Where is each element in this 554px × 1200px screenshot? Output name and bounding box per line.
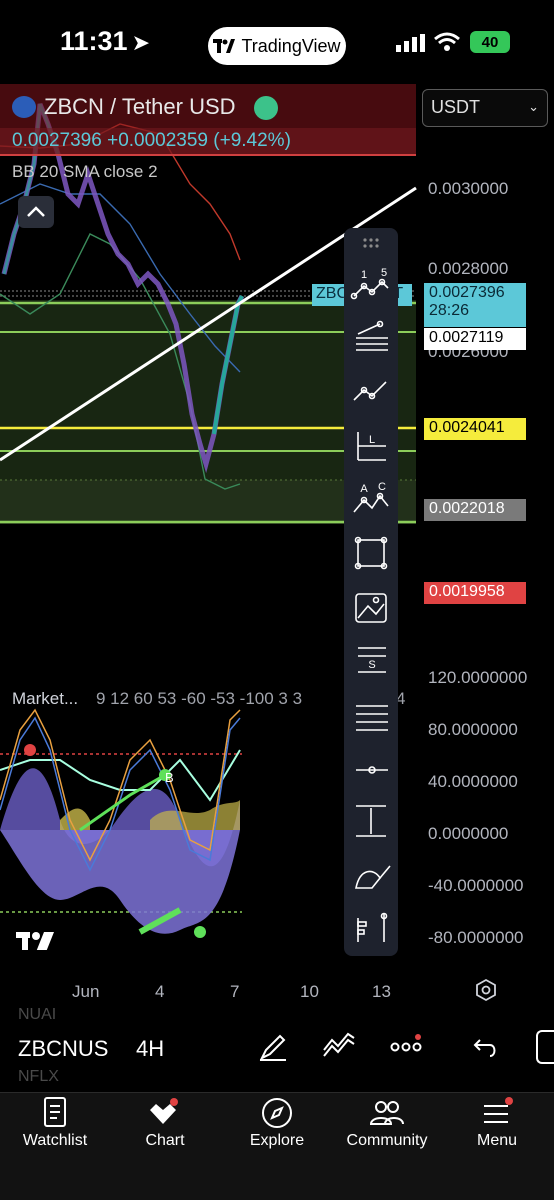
buy-marker-label: B — [165, 770, 174, 785]
drawing-toolbar[interactable]: 1 5 L A C S — [344, 228, 398, 956]
currency-select[interactable]: USDT ⌄ — [422, 89, 548, 127]
compass-icon[interactable] — [222, 1096, 332, 1130]
price-label: 0.0030000 — [428, 179, 509, 198]
time-label: 10 — [300, 982, 319, 1001]
tradingview-logo-icon — [213, 39, 236, 53]
osc-label: -80.0000000 — [428, 928, 524, 947]
parallel-lines-tool[interactable] — [344, 694, 398, 744]
chart-icon[interactable] — [108, 1096, 218, 1130]
indicators-icon[interactable] — [322, 1032, 356, 1067]
fib-retracement-tool[interactable] — [344, 312, 398, 362]
osc-label: 120.0000000 — [428, 668, 528, 687]
short-position-tool[interactable] — [344, 638, 398, 688]
tab-chart[interactable]: Chart — [110, 1132, 220, 1150]
time-label: 13 — [372, 982, 391, 1001]
time-label: 4 — [155, 982, 165, 1001]
long-position-tool[interactable] — [344, 424, 398, 474]
chevron-up-icon — [27, 206, 45, 217]
level-tag-red: 0.0019958 — [424, 582, 526, 604]
price-range-tool[interactable] — [344, 796, 398, 846]
undo-icon[interactable] — [472, 1034, 500, 1065]
symbol-title[interactable]: ZBCN / Tether USD — [44, 94, 236, 120]
chevron-down-icon: ⌄ — [528, 99, 539, 114]
tab-community[interactable]: Community — [332, 1132, 442, 1150]
osc-label: 40.0000000 — [428, 772, 518, 791]
time-label: 7 — [230, 982, 240, 1001]
wifi-icon — [434, 32, 460, 57]
drawing-pen-icon[interactable] — [256, 1030, 290, 1069]
last-price-tag: 0.0027396 28:26 — [424, 283, 526, 327]
price-change-text: 0.0027396 +0.0002359 (+9.42%) — [12, 130, 291, 151]
oscillator-chart[interactable]: B — [0, 700, 250, 950]
market-open-icon — [254, 96, 278, 120]
tab-explore[interactable]: Explore — [222, 1132, 332, 1150]
status-time: 11:31 ➤ — [60, 26, 151, 56]
zbcn-logo-icon — [12, 96, 36, 118]
indicator-legend[interactable]: BB 20 SMA close 2 — [12, 162, 158, 182]
watchlist-icon[interactable] — [0, 1096, 110, 1130]
osc-label: -40.0000000 — [428, 876, 524, 895]
horizontal-ray-tool[interactable] — [344, 748, 398, 792]
time-label: Jun — [72, 982, 100, 1001]
fullscreen-icon[interactable] — [536, 1030, 554, 1064]
ghost-ticker-below: NFLX — [18, 1068, 59, 1085]
abcd-pattern-tool[interactable] — [344, 478, 398, 528]
elliott-wave-tool[interactable] — [344, 258, 398, 308]
oscillator-title[interactable]: Market... — [12, 689, 78, 709]
tradingview-pill[interactable]: TradingView — [208, 27, 346, 65]
osc-label: 80.0000000 — [428, 720, 518, 739]
pill-label: TradingView — [241, 35, 341, 56]
collapse-legend-button[interactable] — [18, 196, 54, 228]
signal-icon — [396, 34, 426, 57]
price-label: 0.0028000 — [428, 259, 509, 278]
ticker-selector[interactable]: ZBCNUS — [18, 1036, 108, 1062]
oscillator-params: 9 12 60 53 -60 -53 -100 3 3 — [96, 689, 303, 708]
community-icon[interactable] — [332, 1096, 442, 1130]
image-tool[interactable] — [344, 584, 398, 634]
menu-icon[interactable] — [442, 1096, 552, 1130]
chart-settings-icon[interactable] — [474, 978, 498, 1007]
level-tag-yellow: 0.0024041 — [424, 418, 526, 440]
pattern-tool[interactable] — [344, 368, 398, 418]
rectangle-tool[interactable] — [344, 530, 398, 580]
tab-watchlist[interactable]: Watchlist — [0, 1132, 110, 1150]
brush-tool[interactable] — [344, 852, 398, 902]
interval-selector[interactable]: 4H — [136, 1036, 164, 1062]
more-options-icon[interactable] — [390, 1034, 424, 1063]
osc-label: 0.0000000 — [428, 824, 509, 843]
level-tag-white: 0.0027119 — [424, 328, 526, 350]
ghost-ticker-above: NUAI — [18, 1006, 57, 1023]
battery-indicator: 40 — [470, 31, 510, 53]
volume-profile-tool[interactable] — [344, 908, 398, 952]
tab-menu[interactable]: Menu — [442, 1132, 552, 1150]
level-tag-gray: 0.0022018 — [424, 499, 526, 521]
